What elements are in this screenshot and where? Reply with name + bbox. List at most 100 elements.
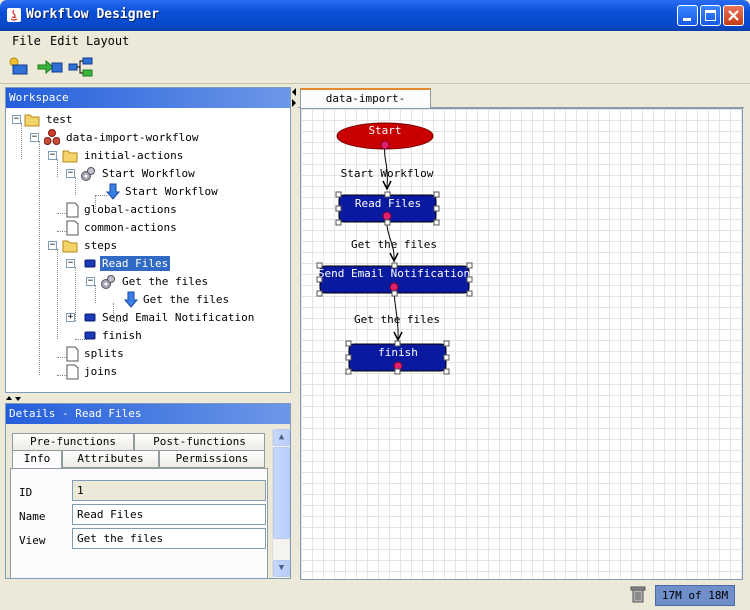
scroll-thumb[interactable]	[273, 447, 290, 539]
splitter-arrows-icon[interactable]	[291, 87, 298, 111]
collapse-icon[interactable]: −	[12, 115, 21, 124]
view-field[interactable]: Get the files	[72, 528, 266, 549]
resize-handle[interactable]	[316, 276, 323, 283]
close-icon	[728, 10, 739, 21]
port-icon[interactable]	[380, 140, 390, 150]
resize-handle[interactable]	[433, 205, 440, 212]
finish-node-label: finish	[378, 346, 418, 359]
resize-handle[interactable]	[316, 262, 323, 269]
collapse-icon[interactable]: −	[66, 169, 75, 178]
resize-handle[interactable]	[384, 191, 391, 198]
menu-edit[interactable]: Edit	[50, 34, 79, 48]
down-arrow-icon	[106, 183, 120, 200]
tree-node-read-files[interactable]: − Read Files	[6, 255, 286, 273]
tab-post-functions[interactable]: Post-functions	[134, 433, 265, 451]
new-workflow-button[interactable]	[8, 56, 32, 78]
scroll-up-button[interactable]: ▲	[273, 429, 290, 446]
resize-handle[interactable]	[335, 219, 342, 226]
panel-splitter[interactable]	[5, 393, 291, 402]
down-arrow-icon	[124, 291, 138, 308]
details-header: Details - Read Files	[6, 404, 290, 424]
import-button[interactable]	[37, 56, 63, 78]
send-email-node[interactable]: Send Email Notification	[316, 262, 473, 297]
resize-handle[interactable]	[384, 219, 391, 226]
resize-handle[interactable]	[316, 290, 323, 297]
tree-node-splits[interactable]: splits	[6, 345, 286, 363]
finish-node[interactable]: finish	[345, 340, 450, 375]
tree-node-initial-actions[interactable]: − initial-actions	[6, 147, 286, 165]
resize-handle[interactable]	[345, 368, 352, 375]
document-icon	[66, 202, 79, 218]
title-bar: Workflow Designer	[0, 0, 750, 31]
resize-handle[interactable]	[466, 276, 473, 283]
menu-file[interactable]: File	[12, 34, 41, 48]
tree-node-steps[interactable]: − steps	[6, 237, 286, 255]
read-arrow-label: Get the files	[351, 238, 437, 251]
resize-handle[interactable]	[394, 340, 401, 347]
resize-handle[interactable]	[391, 262, 398, 269]
menu-layout[interactable]: Layout	[86, 34, 129, 48]
document-icon	[66, 346, 79, 362]
name-field[interactable]: Read Files	[72, 504, 266, 525]
scroll-down-button[interactable]: ▼	[273, 560, 290, 577]
close-button[interactable]	[723, 5, 744, 26]
resize-handle[interactable]	[335, 205, 342, 212]
splitter-arrows-icon[interactable]	[5, 394, 25, 403]
collapse-icon[interactable]: −	[30, 133, 39, 142]
tree-node-global-actions[interactable]: global-actions	[6, 201, 286, 219]
tree-node-joins[interactable]: joins	[6, 363, 286, 381]
resize-handle[interactable]	[443, 340, 450, 347]
tab-info[interactable]: Info	[12, 450, 62, 469]
resize-handle[interactable]	[335, 191, 342, 198]
layout-icon	[68, 57, 93, 77]
layout-button[interactable]	[68, 56, 93, 78]
resize-handle[interactable]	[433, 219, 440, 226]
folder-open-icon	[62, 240, 78, 253]
send-email-node-label: Send Email Notification	[318, 267, 470, 280]
resize-handle[interactable]	[345, 354, 352, 361]
collapse-icon[interactable]: −	[86, 277, 95, 286]
resize-handle[interactable]	[443, 354, 450, 361]
tree-node-start-workflow[interactable]: − Start Workflow	[6, 165, 286, 183]
tree-node-start-workflow-result[interactable]: Start Workflow	[6, 183, 286, 201]
tree-node-workflow[interactable]: − data-import-workflow	[6, 129, 286, 147]
maximize-icon	[705, 10, 716, 21]
port-icon[interactable]	[382, 211, 392, 221]
details-scrollbar[interactable]: ▲ ▼	[272, 429, 290, 578]
import-icon	[37, 59, 63, 75]
folder-open-icon	[24, 114, 40, 127]
resize-handle[interactable]	[433, 191, 440, 198]
document-icon	[66, 220, 79, 236]
port-icon[interactable]	[389, 282, 399, 292]
read-files-node[interactable]: Read Files	[335, 191, 440, 226]
resize-handle[interactable]	[466, 290, 473, 297]
minimize-button[interactable]	[677, 5, 698, 26]
vertical-splitter[interactable]	[291, 85, 298, 580]
tab-attributes[interactable]: Attributes	[62, 450, 159, 468]
details-panel: Details - Read Files Pre-functions Post-…	[5, 403, 291, 579]
resize-handle[interactable]	[391, 290, 398, 297]
resize-handle[interactable]	[443, 368, 450, 375]
resize-handle[interactable]	[394, 368, 401, 375]
workflow-canvas[interactable]: Start Start Workflow Read Files Get the …	[300, 108, 743, 580]
expand-icon[interactable]: +	[66, 313, 75, 322]
tab-permissions[interactable]: Permissions	[159, 450, 265, 468]
editor-tab[interactable]: data-import-workflow	[300, 88, 431, 122]
maximize-button[interactable]	[700, 5, 721, 26]
tab-pre-functions[interactable]: Pre-functions	[12, 433, 134, 451]
start-node[interactable]: Start	[336, 122, 434, 150]
collapse-icon[interactable]: −	[48, 241, 57, 250]
tree-node-common-actions[interactable]: common-actions	[6, 219, 286, 237]
tree-node-finish[interactable]: finish	[6, 327, 286, 345]
tree-node-get-files-result[interactable]: Get the files	[6, 291, 286, 309]
gears-icon	[101, 275, 115, 289]
tree-node-get-files-action[interactable]: − Get the files	[6, 273, 286, 291]
garbage-collect-icon[interactable]	[630, 586, 646, 604]
collapse-icon[interactable]: −	[48, 151, 57, 160]
tree-node-test[interactable]: − test	[6, 111, 286, 129]
editor-tab-bar: data-import-workflow	[298, 86, 744, 122]
resize-handle[interactable]	[466, 262, 473, 269]
tree-node-send-email[interactable]: + Send Email Notification	[6, 309, 286, 327]
resize-handle[interactable]	[345, 340, 352, 347]
collapse-icon[interactable]: −	[66, 259, 75, 268]
